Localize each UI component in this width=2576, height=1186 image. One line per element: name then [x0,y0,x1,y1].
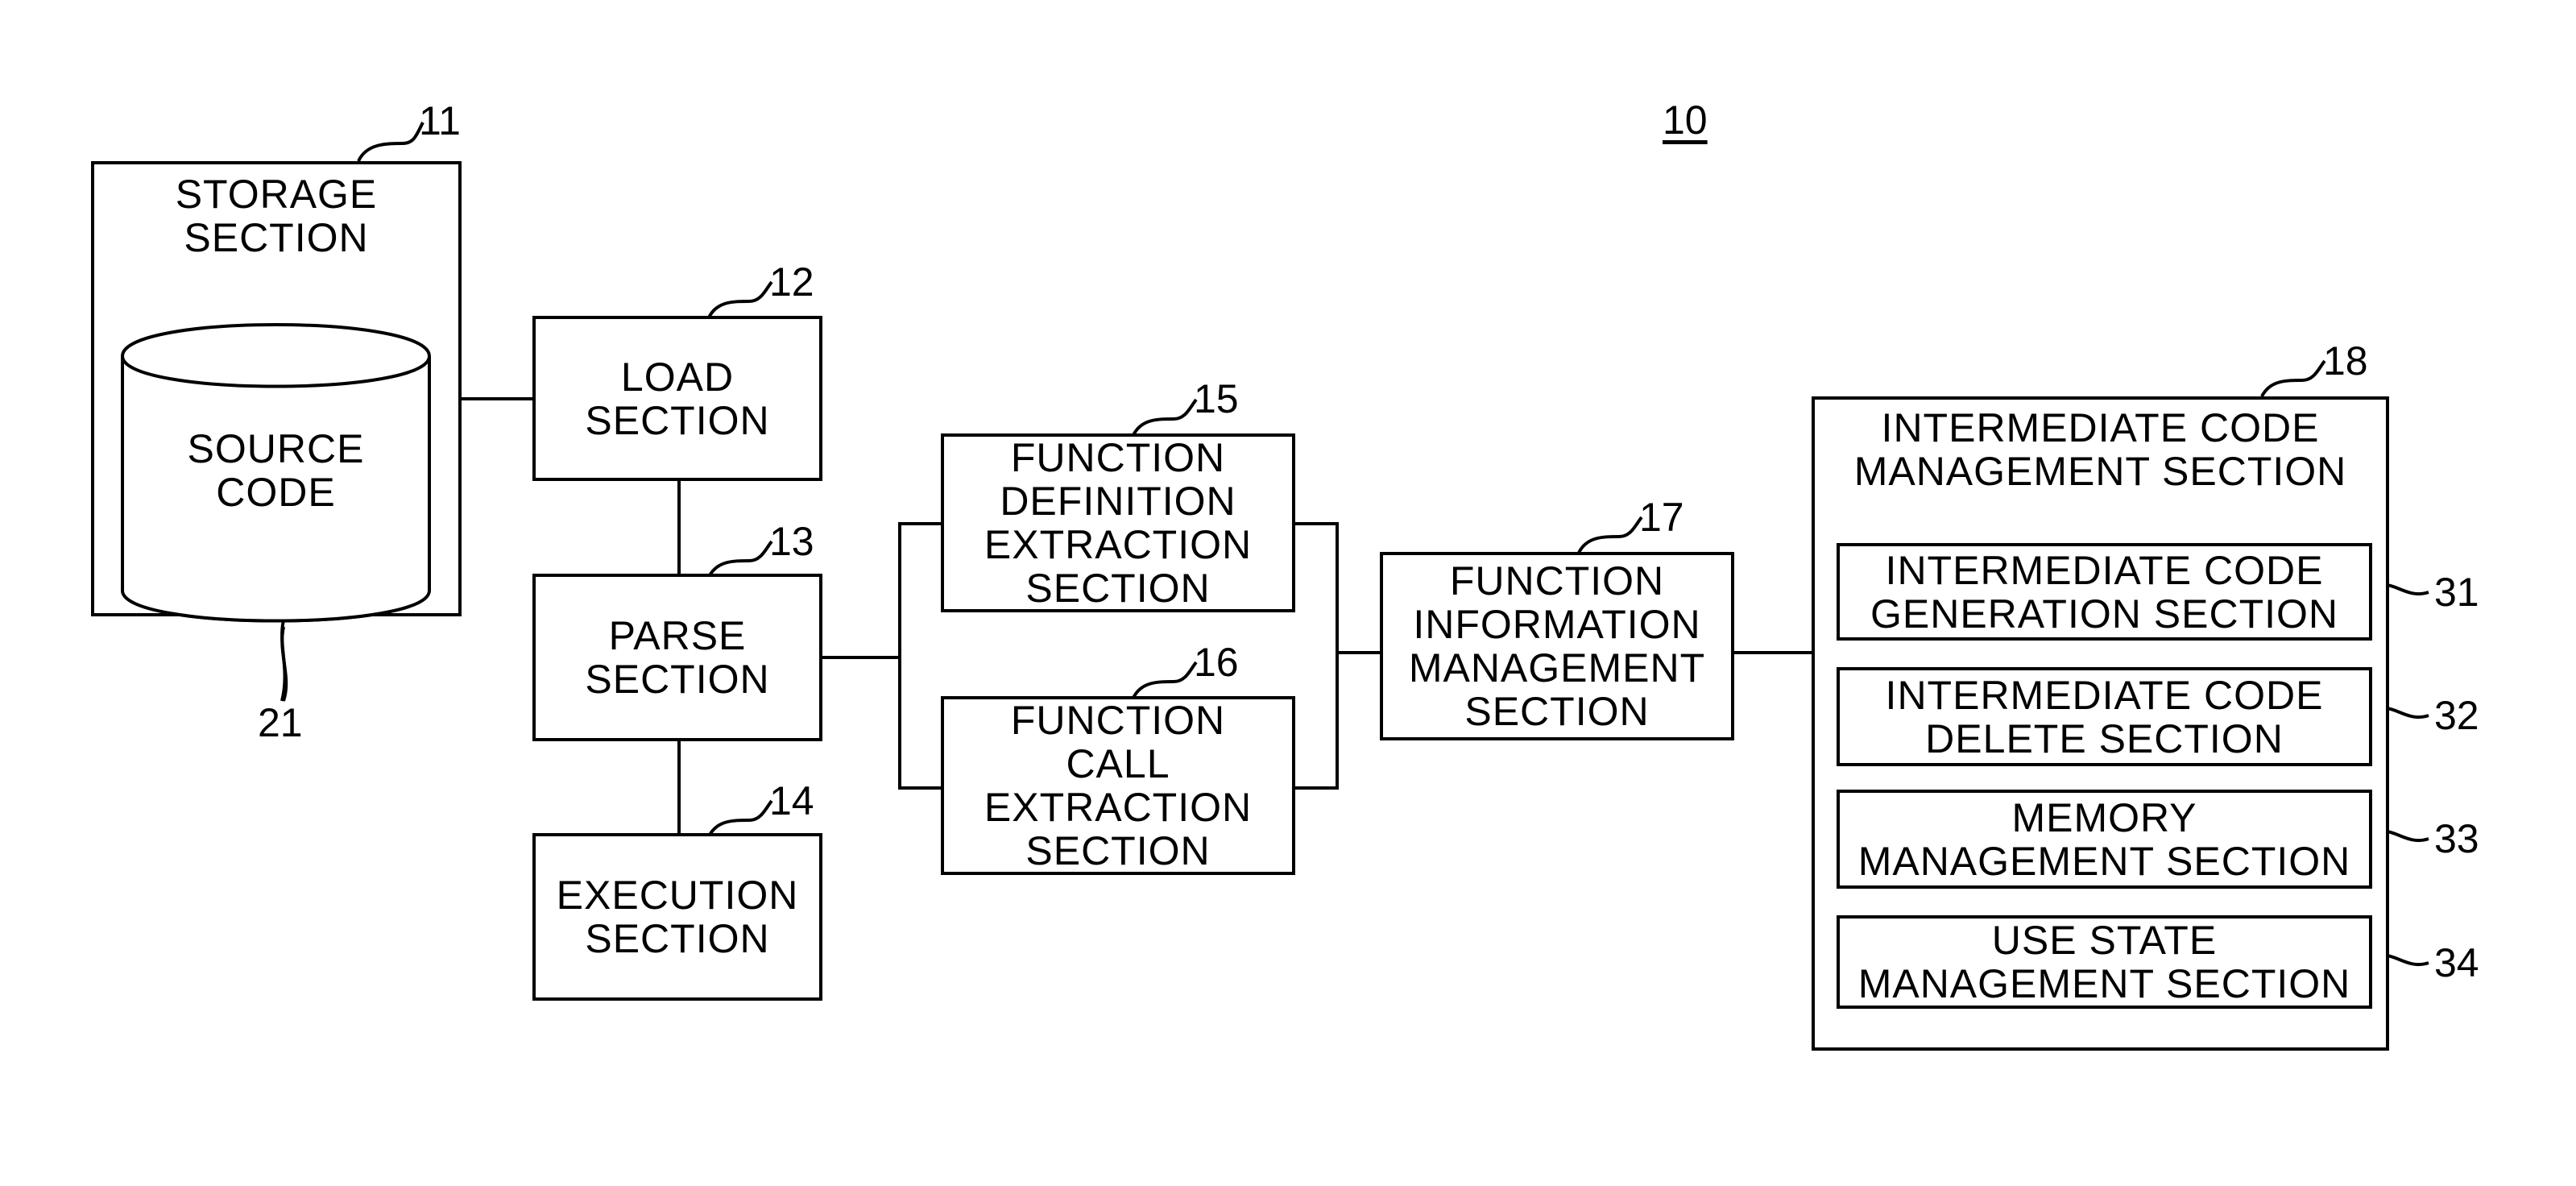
ref-33: 33 [2434,816,2479,861]
function-definition-extraction-label: FUNCTION DEFINITION EXTRACTION SECTION [984,435,1253,611]
execution-section[interactable]: EXECUTION SECTION [532,833,822,1001]
intermediate-code-generation-label: INTERMEDIATE CODE GENERATION SECTION [1870,547,2338,637]
load-section-label: LOAD SECTION [585,354,770,443]
memory-management-section[interactable]: MEMORY MANAGEMENT SECTION [1837,790,2372,889]
parse-section[interactable]: PARSE SECTION [532,574,822,741]
parse-section-label: PARSE SECTION [585,613,770,702]
function-call-extraction-label: FUNCTION CALL EXTRACTION SECTION [984,698,1253,873]
function-definition-extraction-section[interactable]: FUNCTION DEFINITION EXTRACTION SECTION [941,433,1295,612]
load-section[interactable]: LOAD SECTION [532,316,822,481]
ref-21: 21 [258,700,303,745]
source-code-label: SOURCE CODE [187,426,365,515]
ref-31: 31 [2434,570,2479,615]
intermediate-code-generation-section[interactable]: INTERMEDIATE CODE GENERATION SECTION [1837,543,2372,641]
ref-34: 34 [2434,940,2479,985]
intermediate-code-delete-section[interactable]: INTERMEDIATE CODE DELETE SECTION [1837,667,2372,766]
function-information-management-section[interactable]: FUNCTION INFORMATION MANAGEMENT SECTION [1380,552,1734,740]
ref-18: 18 [2323,338,2368,384]
ref-17: 17 [1639,495,1684,540]
ref-16: 16 [1194,640,1239,685]
function-information-management-label: FUNCTION INFORMATION MANAGEMENT SECTION [1408,558,1706,734]
memory-management-label: MEMORY MANAGEMENT SECTION [1857,794,2351,884]
execution-section-label: EXECUTION SECTION [556,873,799,961]
ref-14: 14 [769,778,814,823]
ref-13: 13 [769,519,814,564]
function-call-extraction-section[interactable]: FUNCTION CALL EXTRACTION SECTION [941,696,1295,875]
ref-32: 32 [2434,693,2479,738]
ref-12: 12 [769,259,814,305]
use-state-management-label: USE STATE MANAGEMENT SECTION [1857,918,2351,1006]
intermediate-code-delete-label: INTERMEDIATE CODE DELETE SECTION [1885,672,2324,761]
intermediate-code-management-label: INTERMEDIATE CODE MANAGEMENT SECTION [1853,405,2347,494]
use-state-management-section[interactable]: USE STATE MANAGEMENT SECTION [1837,915,2372,1009]
ref-15: 15 [1194,376,1239,421]
